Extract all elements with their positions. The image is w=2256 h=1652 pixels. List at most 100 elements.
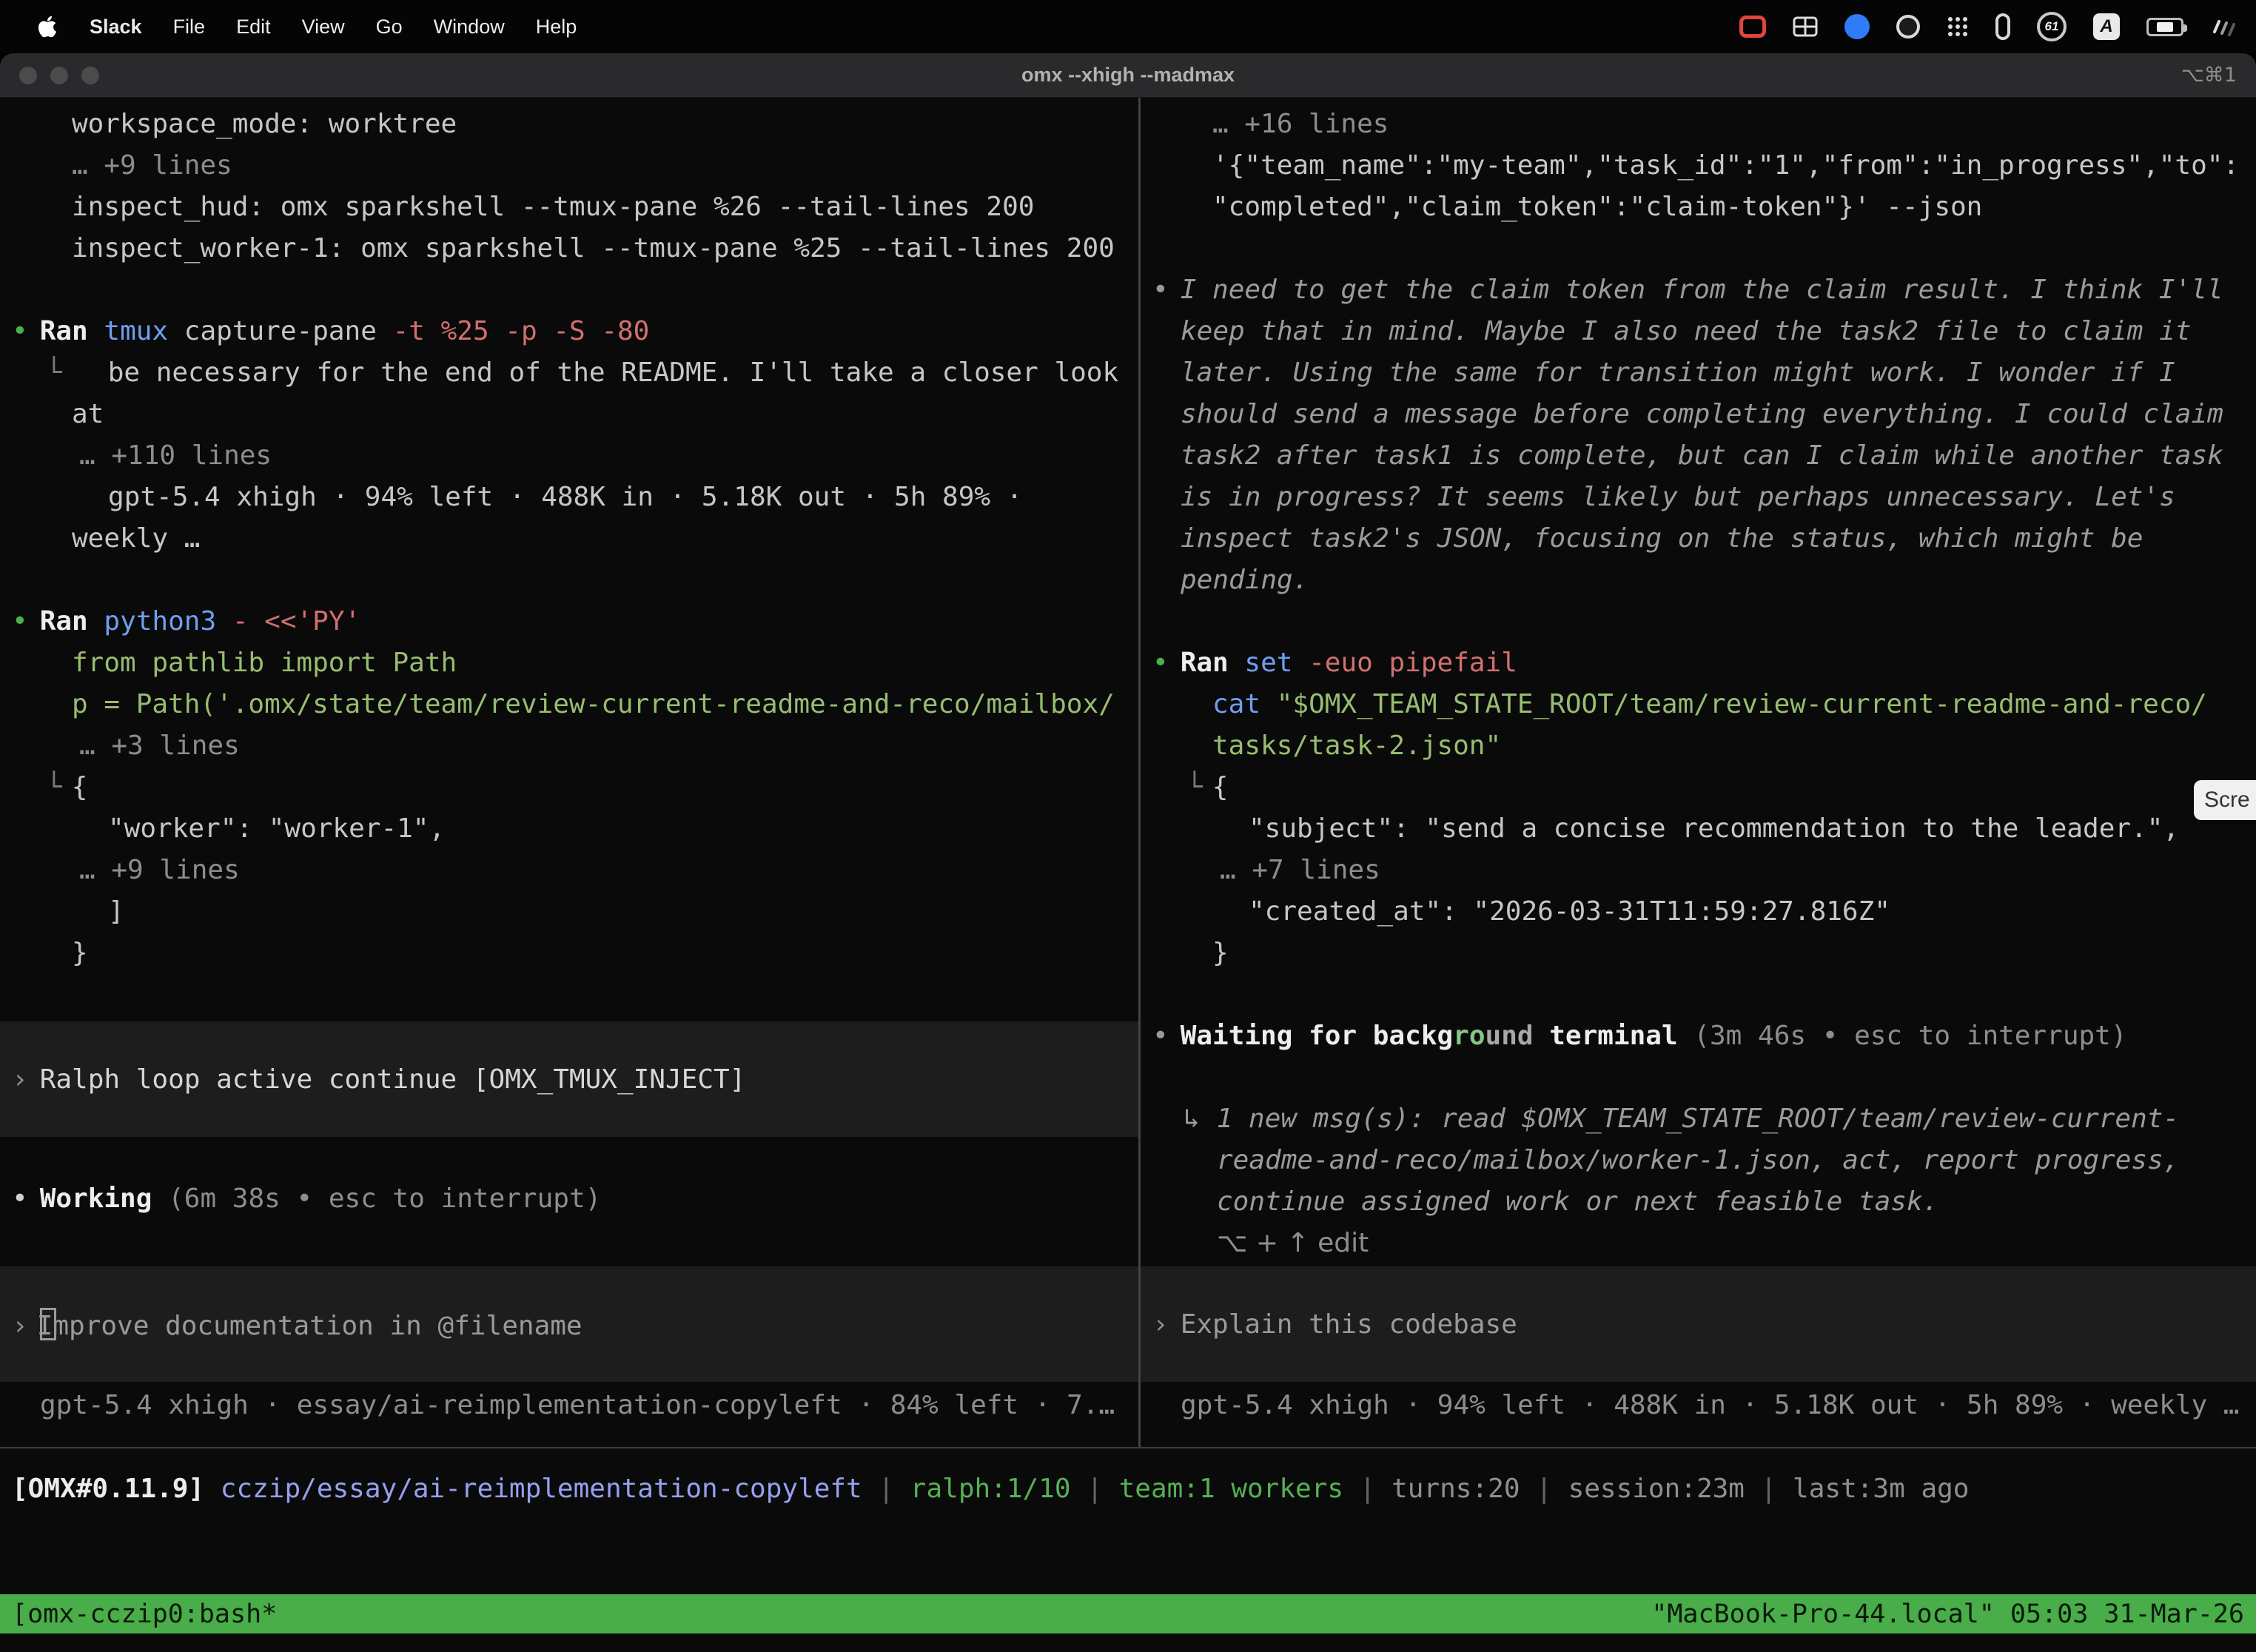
ralph-loop-banner[interactable]: ›Ralph loop active continue [OMX_TMUX_IN… <box>0 1021 1138 1137</box>
prompt-input-right[interactable]: › Explain this codebase <box>1141 1266 2256 1382</box>
tmux-status-bar: [omx-cczip0:bash* "MacBook-Pro-44.local"… <box>0 1594 2256 1633</box>
screen-share-tooltip: Scre <box>2194 780 2256 820</box>
app-ring-icon[interactable] <box>1896 15 1920 38</box>
waiting-detail: (3m 46s • esc to interrupt) <box>1693 1021 2126 1051</box>
output-text: { <box>72 772 88 802</box>
ran-label: Ran <box>1181 648 1229 678</box>
battery-gauge-icon[interactable]: 61 <box>2037 12 2067 41</box>
terminal-line: └{ <box>0 767 1138 808</box>
mailbox-message: continue assigned work or next feasible … <box>1141 1181 2256 1223</box>
separator: | <box>1761 1474 1777 1504</box>
arg-token: - <<'PY' <box>232 606 360 637</box>
banner-text: Ralph loop active continue [OMX_TMUX_INJ… <box>40 1064 746 1095</box>
screen-recording-icon[interactable] <box>1739 16 1766 38</box>
ran-label: Ran <box>40 606 88 637</box>
menu-view[interactable]: View <box>286 16 360 38</box>
window-titlebar[interactable]: omx --xhigh --madmax ⌥⌘1 <box>0 53 2256 98</box>
control-center-icon[interactable] <box>2210 16 2235 38</box>
terminal-line: weekly … <box>0 518 1138 560</box>
pill-icon[interactable] <box>1995 13 2010 40</box>
separator: | <box>1087 1474 1103 1504</box>
command-token: tmux <box>104 316 168 346</box>
window-grid-icon[interactable] <box>1793 16 1818 37</box>
command-token: set <box>1244 648 1292 678</box>
menu-help[interactable]: Help <box>520 16 593 38</box>
app-blue-icon[interactable] <box>1844 14 1870 39</box>
terminal-line: ] <box>0 891 1138 933</box>
separator: | <box>1536 1474 1552 1504</box>
thinking-text: •I need to get the claim token from the … <box>1141 269 2256 311</box>
bullet-icon: • <box>1152 275 1169 305</box>
menu-bar-left: Slack File Edit View Go Window Help <box>21 13 592 40</box>
battery-icon[interactable] <box>2146 18 2183 36</box>
menu-bar-status-icons: 61 A <box>1739 12 2235 41</box>
last-activity: last:3m ago <box>1793 1474 1969 1504</box>
terminal-line: } <box>0 933 1138 974</box>
bullet-icon: • <box>12 606 28 637</box>
terminal-line: … +7 lines <box>1141 850 2256 891</box>
chevron-icon: › <box>1152 1309 1169 1340</box>
command-token: capture-pane <box>184 316 377 346</box>
menu-go[interactable]: Go <box>360 16 418 38</box>
left-pane[interactable]: workspace_mode: worktree … +9 lines insp… <box>0 98 1138 1447</box>
input-source-icon[interactable]: A <box>2093 13 2120 40</box>
prompt-placeholder: Explain this codebase <box>1181 1309 1517 1340</box>
model-status-footer: gpt-5.4 xhigh · essay/ai-reimplementatio… <box>0 1385 1138 1426</box>
terminal-line: at <box>0 394 1138 435</box>
zoom-button[interactable] <box>81 67 99 84</box>
bullet-icon: • <box>12 316 28 346</box>
terminal-line: workspace_mode: worktree <box>0 104 1138 145</box>
separator: | <box>1360 1474 1376 1504</box>
terminal-window: omx --xhigh --madmax ⌥⌘1 workspace_mode:… <box>0 53 2256 1652</box>
minimize-button[interactable] <box>50 67 68 84</box>
turns-counter: turns:20 <box>1391 1474 1520 1504</box>
menu-window[interactable]: Window <box>418 16 520 38</box>
menu-file[interactable]: File <box>158 16 221 38</box>
window-title: omx --xhigh --madmax <box>1021 64 1235 87</box>
prompt-input-left[interactable]: ›Improve documentation in @filename <box>0 1266 1138 1382</box>
team-workers: team:1 workers <box>1119 1474 1343 1504</box>
input-source-letter: A <box>2100 16 2112 37</box>
thinking-text: is in progress? It seems likely but perh… <box>1141 477 2256 518</box>
ralph-counter: ralph:1/10 <box>910 1474 1071 1504</box>
terminal-line: "created_at": "2026-03-31T11:59:27.816Z" <box>1141 891 2256 933</box>
session-path: cczip/essay/ai-reimplementation-copyleft <box>221 1474 862 1504</box>
command-token: cat <box>1212 689 1260 719</box>
terminal-line: … +9 lines <box>0 850 1138 891</box>
arg-token: -euo pipefail <box>1309 648 1517 678</box>
command-token: python3 <box>104 606 216 637</box>
working-status: •Working (6m 38s • esc to interrupt) <box>0 1178 1138 1220</box>
tmux-host-time: "MacBook-Pro-44.local" 05:03 31-Mar-26 <box>1651 1599 2244 1629</box>
waiting-status: •Waiting for background terminal (3m 46s… <box>1141 1015 2256 1057</box>
window-shortcut: ⌥⌘1 <box>2181 64 2237 87</box>
working-label: Working <box>40 1183 152 1214</box>
ran-python-command: • Ran python3 - <<'PY' <box>0 601 1138 642</box>
gauge-value: 61 <box>2045 19 2059 34</box>
dots-grid-icon[interactable] <box>1947 16 1969 38</box>
mailbox-message: readme-and-reco/mailbox/worker-1.json, a… <box>1141 1140 2256 1181</box>
menu-edit[interactable]: Edit <box>221 16 286 38</box>
thinking-text: pending. <box>1141 560 2256 601</box>
close-button[interactable] <box>19 67 37 84</box>
menu-bar: Slack File Edit View Go Window Help 61 A <box>0 0 2256 53</box>
bullet-icon: • <box>1152 1021 1169 1051</box>
model-status-footer: gpt-5.4 xhigh · 94% left · 488K in · 5.1… <box>1141 1385 2256 1426</box>
terminal-line: } <box>1141 933 2256 974</box>
battery-fill <box>2157 22 2174 32</box>
terminal-line: … +16 lines <box>1141 104 2256 145</box>
omx-version: [OMX#0.11.9] <box>12 1474 204 1504</box>
terminal-line: … +3 lines <box>0 725 1138 767</box>
terminal-line: gpt-5.4 xhigh · 94% left · 488K in · 5.1… <box>0 477 1138 518</box>
ran-tmux-command: •Ran tmux capture-pane -t %25 -p -S -80 <box>0 311 1138 352</box>
terminal-line: "worker": "worker-1", <box>0 808 1138 850</box>
ran-cat-command: •Ran set -euo pipefail <box>1141 642 2256 684</box>
terminal-line: … +9 lines <box>0 145 1138 187</box>
terminal-line: └{ <box>1141 767 2256 808</box>
output-gutter-icon: └ <box>46 772 62 802</box>
terminal-line: "completed","claim_token":"claim-token"}… <box>1141 187 2256 228</box>
right-pane[interactable]: … +16 lines '{"team_name":"my-team","tas… <box>1141 98 2256 1447</box>
terminal-line: └be necessary for the end of the README.… <box>0 352 1138 394</box>
apple-menu[interactable] <box>21 13 74 40</box>
output-gutter-icon: └ <box>46 357 62 388</box>
app-menu-slack[interactable]: Slack <box>74 16 158 38</box>
